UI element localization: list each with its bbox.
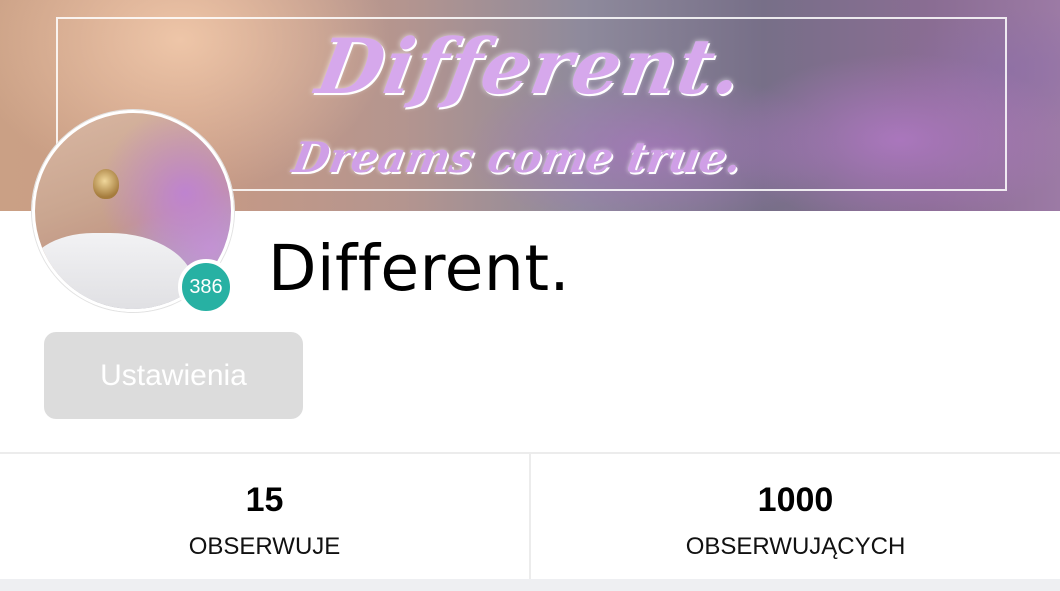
- banner-title: Different.: [310, 22, 750, 111]
- followers-label: OBSERWUJĄCYCH: [685, 533, 906, 560]
- following-stat[interactable]: 15 OBSERWUJE: [0, 454, 529, 579]
- stats-bar: 15 OBSERWUJE 1000 OBSERWUJĄCYCH: [0, 452, 1060, 579]
- banner-tagline: Dreams come true.: [288, 133, 746, 182]
- settings-button[interactable]: Ustawienia: [44, 332, 303, 419]
- following-count: 15: [245, 481, 284, 519]
- level-badge: 386: [178, 259, 234, 315]
- avatar-shirt: [35, 233, 195, 309]
- username: Different.: [268, 232, 571, 305]
- following-label: OBSERWUJE: [188, 533, 341, 560]
- avatar-pendant: [93, 169, 119, 199]
- bottom-divider: [0, 579, 1060, 591]
- followers-count: 1000: [757, 481, 834, 519]
- followers-stat[interactable]: 1000 OBSERWUJĄCYCH: [529, 454, 1060, 579]
